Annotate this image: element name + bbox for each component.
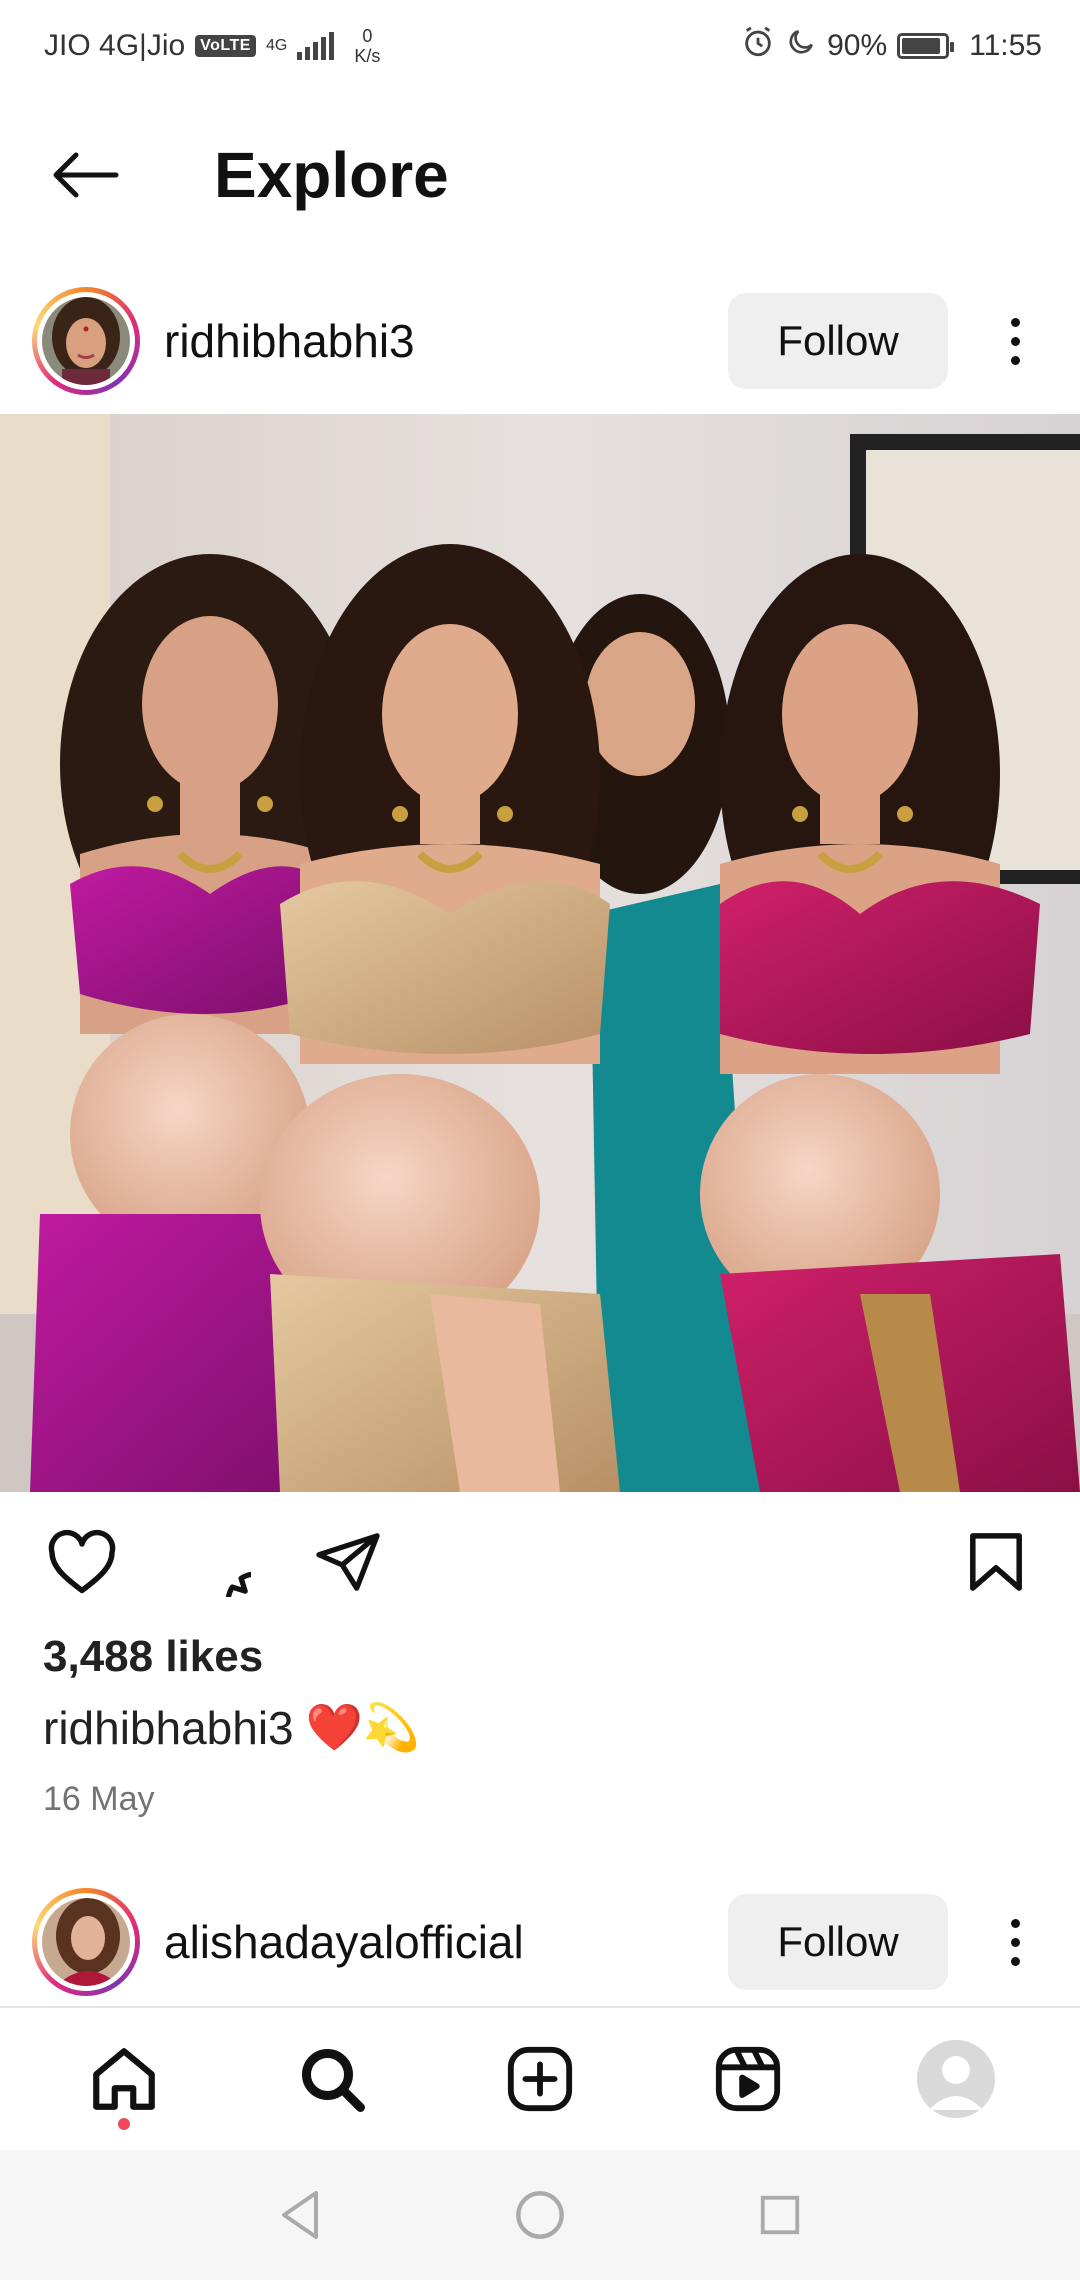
follow-button[interactable]: Follow bbox=[728, 1894, 948, 1990]
screen: JIO 4G|Jio VoLTE 4G 0 K/s 90% 11:55 Expl… bbox=[0, 0, 1080, 2280]
recents-square-icon[interactable] bbox=[745, 2180, 815, 2250]
carrier-text: JIO 4G|Jio bbox=[44, 29, 186, 62]
clock: 11:55 bbox=[969, 29, 1042, 62]
post-image[interactable] bbox=[0, 414, 1080, 1492]
reels-icon[interactable] bbox=[693, 2024, 803, 2134]
back-arrow-icon[interactable] bbox=[40, 135, 130, 215]
home-icon[interactable] bbox=[69, 2024, 179, 2134]
back-triangle-icon[interactable] bbox=[265, 2180, 335, 2250]
speed-unit: K/s bbox=[354, 46, 381, 66]
post-date: 16 May bbox=[43, 1780, 155, 1818]
status-right: 90% 11:55 bbox=[741, 25, 1042, 67]
status-bar: JIO 4G|Jio VoLTE 4G 0 K/s 90% 11:55 bbox=[0, 0, 1080, 92]
network-type: 4G bbox=[266, 38, 287, 54]
caption-emojis: ❤️💫 bbox=[305, 1701, 421, 1753]
battery-icon bbox=[897, 33, 955, 59]
top-header: Explore bbox=[0, 110, 1080, 240]
notification-dot bbox=[118, 2118, 130, 2130]
avatar-inner bbox=[37, 292, 135, 390]
more-options-icon[interactable] bbox=[990, 1894, 1040, 1990]
alarm-icon bbox=[741, 25, 775, 67]
page-title: Explore bbox=[214, 139, 449, 211]
post-actions bbox=[0, 1520, 1080, 1604]
speed-value: 0 bbox=[362, 26, 373, 46]
post-username[interactable]: alishadayalofficial bbox=[164, 1915, 524, 1969]
post-header-next: alishadayalofficial Follow bbox=[0, 1882, 1080, 2002]
caption: ridhibhabhi3 ❤️💫 bbox=[43, 1700, 420, 1755]
caption-username[interactable]: ridhibhabhi3 bbox=[43, 1701, 294, 1755]
add-post-icon[interactable] bbox=[485, 2024, 595, 2134]
more-options-icon[interactable] bbox=[990, 293, 1040, 389]
share-icon[interactable] bbox=[306, 1520, 390, 1604]
search-icon[interactable] bbox=[277, 2024, 387, 2134]
bookmark-icon[interactable] bbox=[954, 1520, 1038, 1604]
battery-fill bbox=[902, 38, 940, 54]
moon-icon bbox=[785, 26, 817, 66]
status-left: JIO 4G|Jio VoLTE 4G 0 K/s bbox=[44, 26, 380, 66]
avatar-inner bbox=[37, 1893, 135, 1991]
avatar[interactable] bbox=[32, 1888, 140, 1996]
avatar-photo bbox=[42, 1898, 130, 1986]
signal-icon bbox=[297, 32, 335, 60]
volte-badge: VoLTE bbox=[195, 35, 256, 57]
profile-avatar[interactable] bbox=[901, 2024, 1011, 2134]
home-circle-icon[interactable] bbox=[505, 2180, 575, 2250]
post-username[interactable]: ridhibhabhi3 bbox=[164, 314, 415, 368]
battery-percent: 90% bbox=[827, 29, 888, 62]
follow-button[interactable]: Follow bbox=[728, 293, 948, 389]
bottom-navigation bbox=[0, 2006, 1080, 2150]
comment-icon[interactable] bbox=[174, 1520, 258, 1604]
profile-avatar-image bbox=[917, 2040, 995, 2118]
avatar-photo bbox=[42, 297, 130, 385]
likes-count[interactable]: 3,488 likes bbox=[43, 1632, 263, 1682]
network-speed: 0 K/s bbox=[354, 26, 380, 66]
system-navigation bbox=[0, 2150, 1080, 2280]
network-label: 4G bbox=[265, 37, 288, 54]
avatar[interactable] bbox=[32, 287, 140, 395]
post-header: ridhibhabhi3 Follow bbox=[0, 281, 1080, 401]
heart-icon[interactable] bbox=[40, 1520, 124, 1604]
